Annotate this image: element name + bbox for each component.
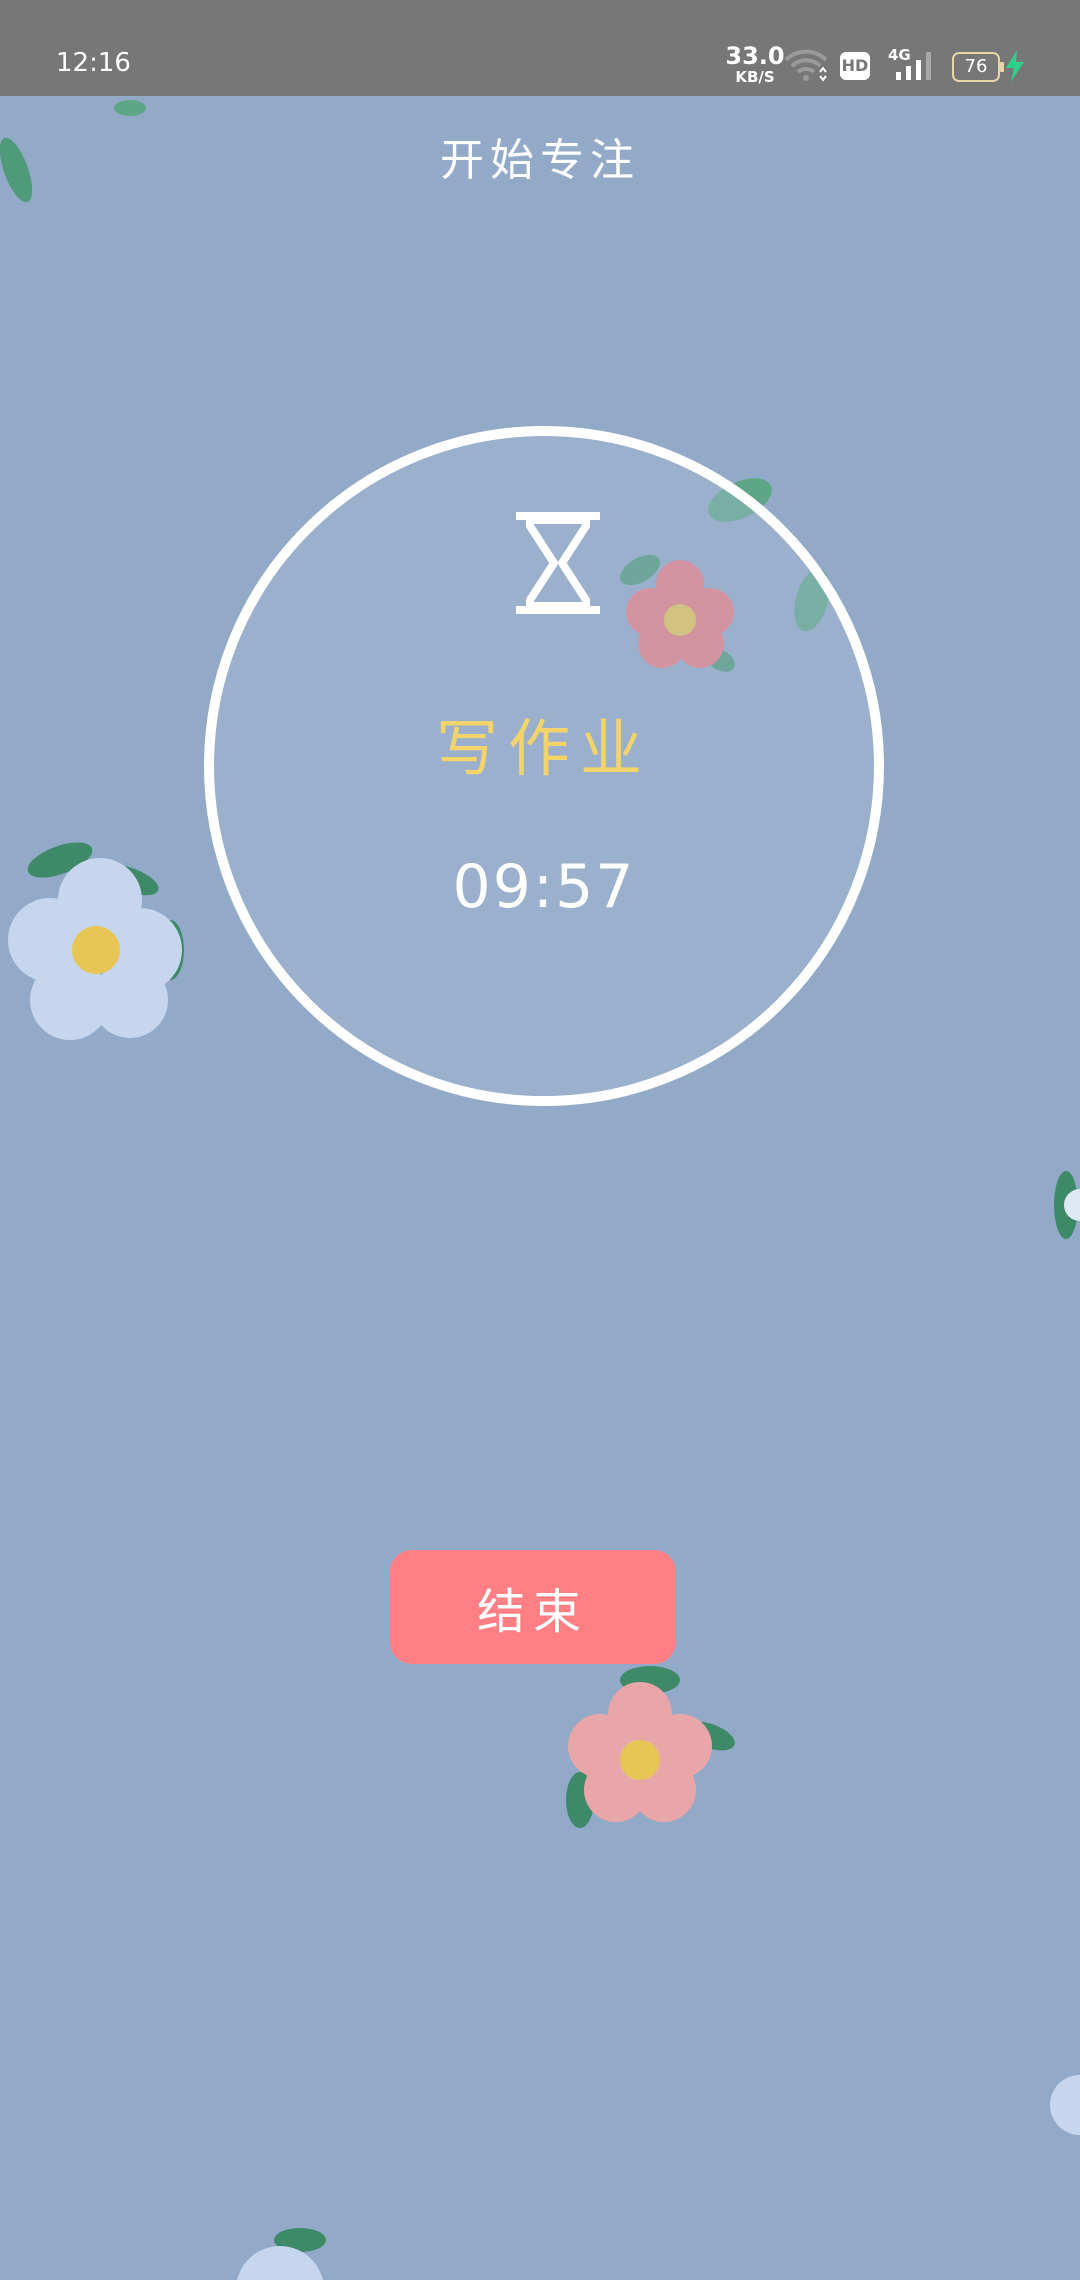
signal-icon [896, 52, 931, 80]
timer-circle: 写作业 09:57 [204, 426, 884, 1106]
flower-decoration-pink [566, 1666, 735, 1828]
flower-decoration-partial [1050, 2075, 1080, 2135]
battery-indicator: 76 [952, 52, 1004, 82]
hd-badge: HD [840, 52, 870, 80]
leaf-decoration [114, 100, 146, 116]
page-title: 开始专注 [440, 135, 640, 186]
status-bar: 12:16 33.0 KB/S HD 4G 76 [0, 0, 1080, 96]
flower-decoration-partial [1054, 1171, 1080, 1239]
task-name: 写作业 [435, 712, 652, 785]
end-button[interactable]: 结束 [390, 1550, 676, 1664]
flower-decoration-blue [8, 842, 184, 1040]
hourglass-icon [516, 512, 600, 614]
countdown-timer: 09:57 [452, 852, 636, 922]
charging-icon [1006, 50, 1024, 82]
status-time: 12:16 [56, 48, 131, 78]
flower-decoration-blue [237, 2228, 326, 2280]
wifi-icon [784, 49, 828, 82]
